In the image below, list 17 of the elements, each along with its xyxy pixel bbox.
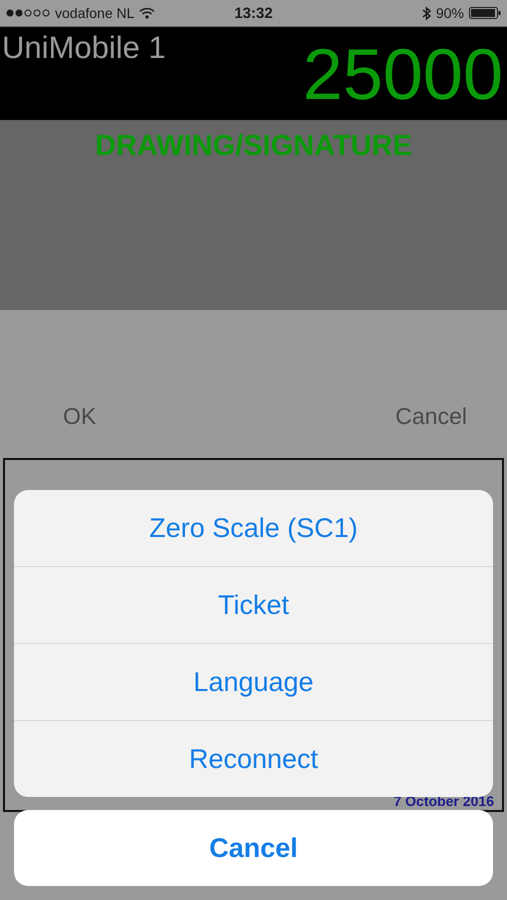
menu-option[interactable]: Zero Scale (SC1) — [14, 490, 493, 566]
signal-icon — [6, 9, 50, 17]
menu-option[interactable]: Reconnect — [14, 720, 493, 797]
clock-time: 13:32 — [234, 4, 273, 22]
cancel-button[interactable]: Cancel — [14, 810, 493, 886]
screen-title: DRAWING/SIGNATURE — [95, 130, 412, 163]
app-title: UniMobile 1 — [2, 29, 166, 67]
ok-button[interactable]: OK — [63, 403, 96, 430]
wifi-icon — [139, 7, 156, 19]
weight-reading: 25000 — [302, 34, 503, 117]
carrier-name: vodafone NL — [55, 5, 134, 21]
battery-icon — [469, 7, 501, 19]
menu-option[interactable]: Ticket — [14, 566, 493, 643]
menu-option[interactable]: Language — [14, 643, 493, 720]
cancel-button[interactable]: Cancel — [395, 403, 467, 430]
bluetooth-icon — [422, 6, 431, 20]
battery-percent: 90% — [436, 5, 464, 21]
